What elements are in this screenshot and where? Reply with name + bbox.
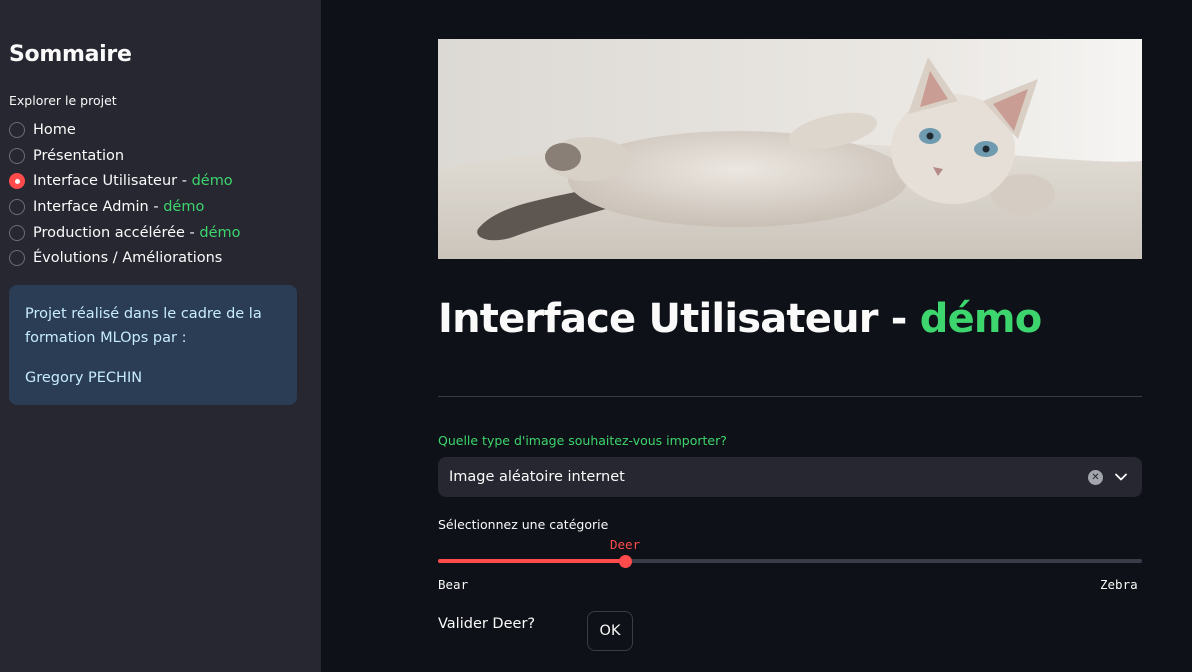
nav-item-text: Production accélérée -: [33, 224, 200, 241]
nav-item-interface-utilisateur[interactable]: Interface Utilisateur - démo: [9, 168, 241, 194]
nav-item-presentation[interactable]: Présentation: [9, 143, 241, 169]
validate-label: Valider Deer?: [438, 616, 536, 632]
divider: [438, 396, 1142, 397]
nav-label: Explorer le projet: [9, 93, 117, 108]
category-slider[interactable]: [438, 554, 1142, 568]
nav-item-production-acceleree[interactable]: Production accélérée - démo: [9, 220, 241, 246]
chevron-down-icon[interactable]: [1113, 469, 1129, 485]
nav-item-label: Interface Admin - démo: [33, 199, 204, 215]
kitten-photo-icon: [438, 39, 1142, 259]
nav-item-text: Interface Utilisateur -: [33, 173, 192, 190]
page-title-text: Interface Utilisateur -: [438, 296, 920, 342]
radio-icon: [9, 198, 25, 215]
info-text: Projet réalisé dans le cadre de la forma…: [25, 306, 262, 346]
nav-item-label: Home: [33, 121, 76, 138]
info-author: Gregory PECHIN: [25, 370, 143, 386]
info-box: Projet réalisé dans le cadre de la forma…: [9, 285, 297, 405]
image-type-label: Quelle type d'image souhaitez-vous impor…: [438, 433, 727, 448]
nav-item-home[interactable]: Home: [9, 117, 241, 143]
slider-fill: [438, 559, 626, 563]
nav-item-label: Présentation: [33, 147, 125, 164]
radio-icon: [9, 250, 25, 267]
hero-image: [438, 39, 1142, 259]
nav-item-interface-admin[interactable]: Interface Admin - démo: [9, 194, 241, 220]
nav-item-text: Interface Admin -: [33, 198, 164, 215]
nav-item-label: Production accélérée - démo: [33, 225, 241, 241]
sidebar: Sommaire Explorer le projet Home Présent…: [0, 0, 321, 672]
nav-item-evolutions[interactable]: Évolutions / Améliorations: [9, 245, 241, 271]
clear-icon[interactable]: ✕: [1088, 469, 1103, 485]
nav-item-suffix: démo: [163, 198, 205, 215]
category-slider-label: Sélectionnez une catégorie: [438, 517, 609, 532]
radio-icon: [9, 147, 25, 164]
radio-icon: [9, 224, 25, 241]
slider-max-label: Zebra: [1100, 577, 1138, 592]
nav-radio-group: Home Présentation Interface Utilisateur …: [9, 117, 241, 271]
nav-item-label: Interface Utilisateur - démo: [33, 173, 233, 189]
radio-selected-icon: [9, 173, 25, 190]
nav-item-suffix: démo: [191, 173, 233, 190]
ok-button[interactable]: OK: [587, 611, 633, 651]
radio-icon: [9, 121, 25, 138]
slider-thumb[interactable]: [619, 554, 633, 568]
nav-item-suffix: démo: [199, 224, 241, 241]
nav-item-label: Évolutions / Améliorations: [33, 250, 223, 267]
page-title-accent: démo: [919, 296, 1043, 342]
slider-min-label: Bear: [438, 577, 469, 592]
image-type-select[interactable]: Image aléatoire internet ✕: [438, 457, 1142, 497]
image-type-value: Image aléatoire internet: [449, 469, 625, 485]
sidebar-title: Sommaire: [9, 42, 132, 67]
slider-current-value: Deer: [610, 537, 641, 552]
page-title: Interface Utilisateur - démo: [438, 296, 1043, 342]
